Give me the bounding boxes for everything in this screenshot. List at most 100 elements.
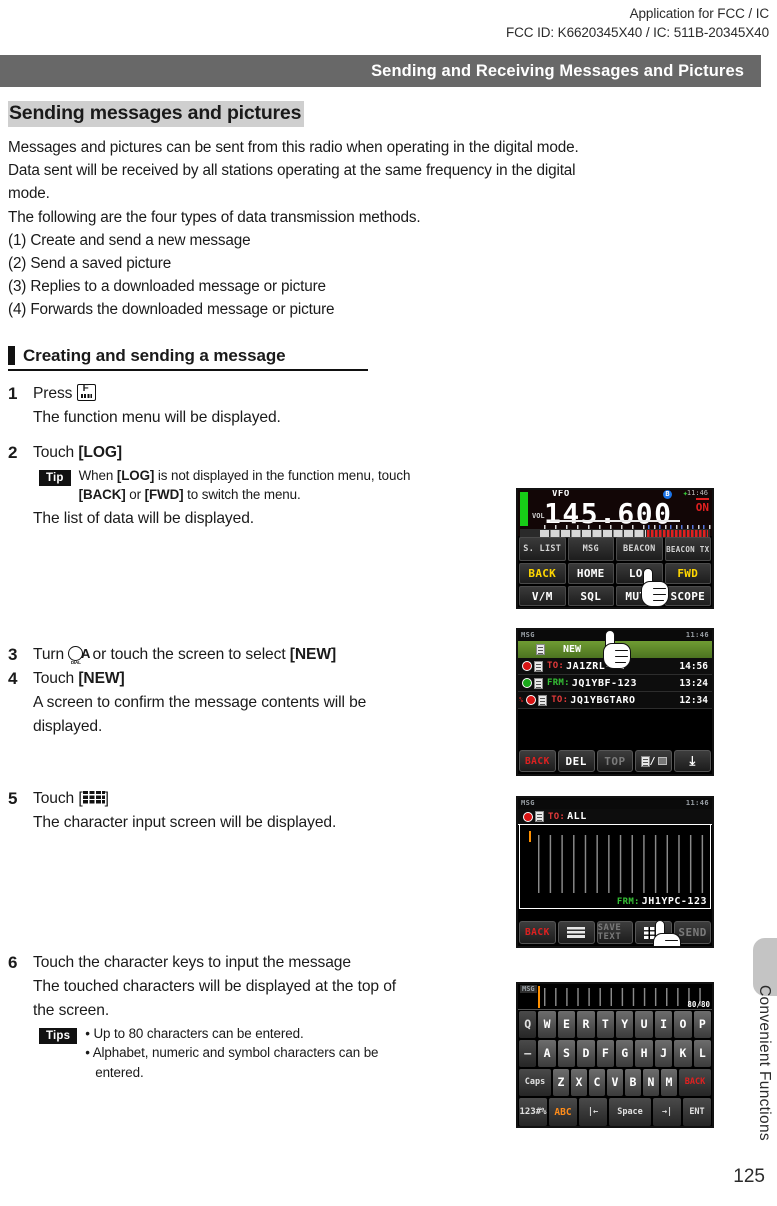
vfo-function-row-1: S. LIST MSG BEACON BEACON TX: [518, 536, 712, 562]
status-dot-icon: [526, 695, 537, 705]
key-cursor-right[interactable]: →|: [653, 1098, 681, 1126]
button-beacon[interactable]: BEACON: [616, 537, 663, 561]
key-k[interactable]: K: [674, 1040, 692, 1067]
intro-line-3: mode.: [8, 185, 50, 203]
key-symbols[interactable]: 123#%: [519, 1098, 547, 1126]
key-h[interactable]: H: [635, 1040, 653, 1067]
key-q[interactable]: Q: [519, 1011, 537, 1038]
step-3-number: 3: [8, 644, 18, 664]
page-title: Sending messages and pictures: [8, 101, 305, 127]
chapter-title-bar: Sending and Receiving Messages and Pictu…: [0, 55, 761, 87]
step-5-text-suffix: ]: [104, 789, 109, 807]
button-scroll-down[interactable]: ⤓: [674, 750, 711, 772]
keyboard-icon: [643, 926, 664, 939]
key-u[interactable]: U: [635, 1011, 653, 1038]
key-p[interactable]: P: [693, 1011, 712, 1038]
key-backspace[interactable]: BACK: [679, 1069, 711, 1096]
compose-clock: 11:46: [685, 799, 709, 807]
key-c[interactable]: C: [589, 1069, 605, 1096]
button-back[interactable]: BACK: [519, 563, 566, 584]
row-callsign: JQ1YBGTARO: [570, 694, 636, 706]
msglist-row-new[interactable]: NEW: [518, 641, 712, 658]
button-beacon-tx[interactable]: BEACON TX: [664, 537, 711, 561]
key-d[interactable]: D: [577, 1040, 595, 1067]
keyboard-row-2: — A S D F G H J K L: [518, 1039, 712, 1068]
button-scope[interactable]: SCOPE: [664, 586, 711, 606]
key-e[interactable]: E: [557, 1011, 576, 1038]
button-sql[interactable]: SQL: [567, 586, 614, 606]
key-dash[interactable]: —: [519, 1040, 537, 1067]
key-s[interactable]: S: [557, 1040, 576, 1067]
key-v[interactable]: V: [607, 1069, 623, 1096]
meter-white-segments: [540, 530, 646, 537]
key-enter[interactable]: ENT: [683, 1098, 711, 1126]
key-l[interactable]: L: [693, 1040, 712, 1067]
step-2-target: [LOG]: [78, 443, 123, 461]
key-b[interactable]: B: [625, 1069, 641, 1096]
method-item-2: (2) Send a saved picture: [8, 255, 172, 273]
step-1-action: Press: [33, 382, 738, 406]
key-n[interactable]: N: [643, 1069, 659, 1096]
key-abc[interactable]: ABC: [549, 1098, 577, 1126]
button-list[interactable]: [557, 921, 595, 944]
button-msg[interactable]: MSG: [567, 537, 614, 561]
key-caps[interactable]: Caps: [519, 1069, 551, 1096]
compose-text-area[interactable]: FRM: JH1YPC-123: [519, 825, 711, 909]
key-g[interactable]: G: [616, 1040, 634, 1067]
button-send[interactable]: SEND: [674, 921, 711, 944]
key-j[interactable]: J: [654, 1040, 673, 1067]
key-f[interactable]: F: [596, 1040, 615, 1067]
table-row[interactable]: FRM: JQ1YBF-123 13:24: [518, 675, 712, 692]
button-log[interactable]: LOG: [616, 563, 663, 584]
step-3-text-a: Turn: [33, 645, 69, 663]
key-z[interactable]: Z: [553, 1069, 569, 1096]
key-m[interactable]: M: [661, 1069, 677, 1096]
button-doc-pic-toggle[interactable]: /: [635, 750, 673, 772]
radio-screenshot-vfo: VFO B ✦ 11:46 145.600 ON VOL S. LIST MSG…: [516, 488, 714, 609]
button-top[interactable]: TOP: [596, 750, 634, 772]
text-cursor: [538, 986, 540, 1008]
fcc-header-line2: FCC ID: K6620345X40 / IC: 511B-20345X40: [505, 25, 769, 40]
compose-status-label: MSG: [521, 799, 535, 807]
subsection-heading: Creating and sending a message: [8, 346, 368, 371]
key-i[interactable]: I: [654, 1011, 673, 1038]
key-t[interactable]: T: [596, 1011, 615, 1038]
button-del[interactable]: DEL: [557, 750, 595, 772]
button-save-text[interactable]: SAVE TEXT: [596, 921, 634, 944]
keyboard-icon: [82, 790, 105, 805]
key-y[interactable]: Y: [616, 1011, 634, 1038]
button-back[interactable]: BACK: [519, 750, 556, 772]
key-space[interactable]: Space: [609, 1098, 651, 1126]
intro-line-4: The following are the four types of data…: [8, 208, 421, 226]
table-row[interactable]: % TO: JQ1YBGTARO 12:34: [518, 692, 712, 709]
compose-status-bar: MSG 11:46: [518, 798, 712, 809]
button-vm[interactable]: V/M: [519, 586, 566, 606]
vfo-function-row-3: V/M SQL MUTE SCOPE: [518, 585, 712, 607]
table-row[interactable]: TO: JA1ZRL-01 14:56: [518, 658, 712, 675]
key-o[interactable]: O: [674, 1011, 692, 1038]
button-home[interactable]: HOME: [567, 563, 614, 584]
button-back[interactable]: BACK: [519, 921, 556, 944]
button-keyboard[interactable]: [635, 921, 673, 944]
button-s-list[interactable]: S. LIST: [519, 537, 566, 561]
key-cursor-left[interactable]: |←: [579, 1098, 607, 1126]
on-indicator: ON: [695, 498, 709, 514]
doc-pic-icon: /: [640, 755, 668, 767]
tips-line-1: • Up to 80 characters can be entered.: [85, 1025, 304, 1041]
button-mute[interactable]: MUTE: [616, 586, 663, 606]
key-r[interactable]: R: [577, 1011, 595, 1038]
button-fwd[interactable]: FWD: [664, 563, 711, 584]
row-time: 13:24: [679, 677, 708, 689]
document-icon: [534, 660, 543, 672]
row-direction: FRM:: [547, 678, 570, 688]
tip-line-2: [BACK] or [FWD] to switch the menu.: [79, 485, 411, 505]
key-x[interactable]: X: [571, 1069, 587, 1096]
method-item-1: (1) Create and send a new message: [8, 231, 251, 249]
document-icon: [538, 694, 548, 706]
key-a[interactable]: A: [538, 1040, 556, 1067]
compose-recipient-bar[interactable]: TO: ALL: [518, 809, 712, 825]
heading-marker-icon: [8, 346, 15, 366]
intro-line-2: Data sent will be received by all statio…: [8, 162, 576, 180]
key-w[interactable]: W: [538, 1011, 556, 1038]
step-2-number: 2: [8, 442, 18, 462]
